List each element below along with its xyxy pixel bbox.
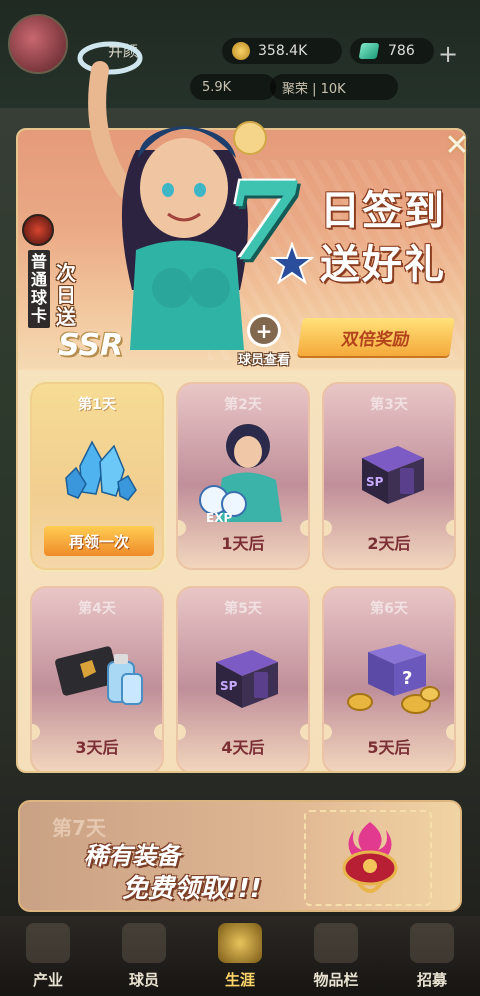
sp-box-icon: SP <box>216 650 278 708</box>
card-and-potion-icon <box>55 646 143 705</box>
title-line2: 送好礼 <box>320 242 446 288</box>
day-card-4[interactable]: 第4天 3天后 <box>30 586 164 771</box>
players-icon <box>122 923 166 963</box>
inspect-player-button[interactable]: + 球员查看 <box>228 314 300 368</box>
add-gems-button[interactable]: + <box>438 40 458 68</box>
nav-item-career[interactable]: 生涯 <box>200 918 280 990</box>
title-line1: 日签到 <box>320 188 446 234</box>
mystery-box-coins-icon: ? <box>347 644 440 714</box>
close-button[interactable]: ✕ <box>440 128 474 163</box>
svg-text:SP: SP <box>220 679 238 693</box>
day-card-5[interactable]: 第5天 SP 4天后 <box>176 586 310 771</box>
nav-item-recruit[interactable]: 招募 <box>392 918 472 990</box>
star-badge-icon <box>270 242 314 285</box>
day-7-line1: 稀有装备 <box>84 842 180 870</box>
dragon-emblem-icon <box>22 214 54 246</box>
sp-box-icon: SP <box>362 446 424 504</box>
rare-equipment-icon <box>342 822 398 893</box>
day-card-6[interactable]: 第6天 ? 5天后 <box>322 586 456 771</box>
career-icon <box>218 923 262 963</box>
claim-again-button[interactable]: 再领一次 <box>44 526 154 556</box>
svg-text:?: ? <box>402 668 412 689</box>
inventory-icon <box>314 923 358 963</box>
industry-icon <box>26 923 70 963</box>
rarity-label: SSR <box>58 328 124 363</box>
bottom-nav: 产业 球员 生涯 物品栏 招募 <box>0 916 480 996</box>
nav-item-players[interactable]: 球员 <box>104 918 184 990</box>
day-card-2[interactable]: 第2天 EXP 1天后 <box>176 382 310 570</box>
day-card-1[interactable]: 第1天 再领一次 <box>30 382 164 570</box>
svg-text:SP: SP <box>366 475 384 489</box>
zoom-in-icon: + <box>247 314 281 347</box>
gem-icon <box>358 43 380 59</box>
scout-card-label: 普通球卡 <box>28 250 50 328</box>
next-day-label: 次日送 <box>56 261 76 329</box>
day-card-3[interactable]: 第3天 SP 2天后 <box>322 382 456 570</box>
nav-item-inventory[interactable]: 物品栏 <box>296 918 376 990</box>
double-reward-button[interactable]: 双倍奖励 <box>297 318 455 356</box>
day-7-reward-frame[interactable] <box>304 810 432 906</box>
player-card-exp-icon: EXP <box>199 424 282 525</box>
gem-counter: 786 <box>350 38 434 64</box>
gem-value: 786 <box>388 43 415 59</box>
svg-text:EXP: EXP <box>206 511 232 525</box>
recruit-icon <box>410 923 454 963</box>
day-7-line2: 免费领取!!! <box>122 874 262 904</box>
crystal-cluster-icon <box>65 440 137 501</box>
nav-item-industry[interactable]: 产业 <box>8 918 88 990</box>
